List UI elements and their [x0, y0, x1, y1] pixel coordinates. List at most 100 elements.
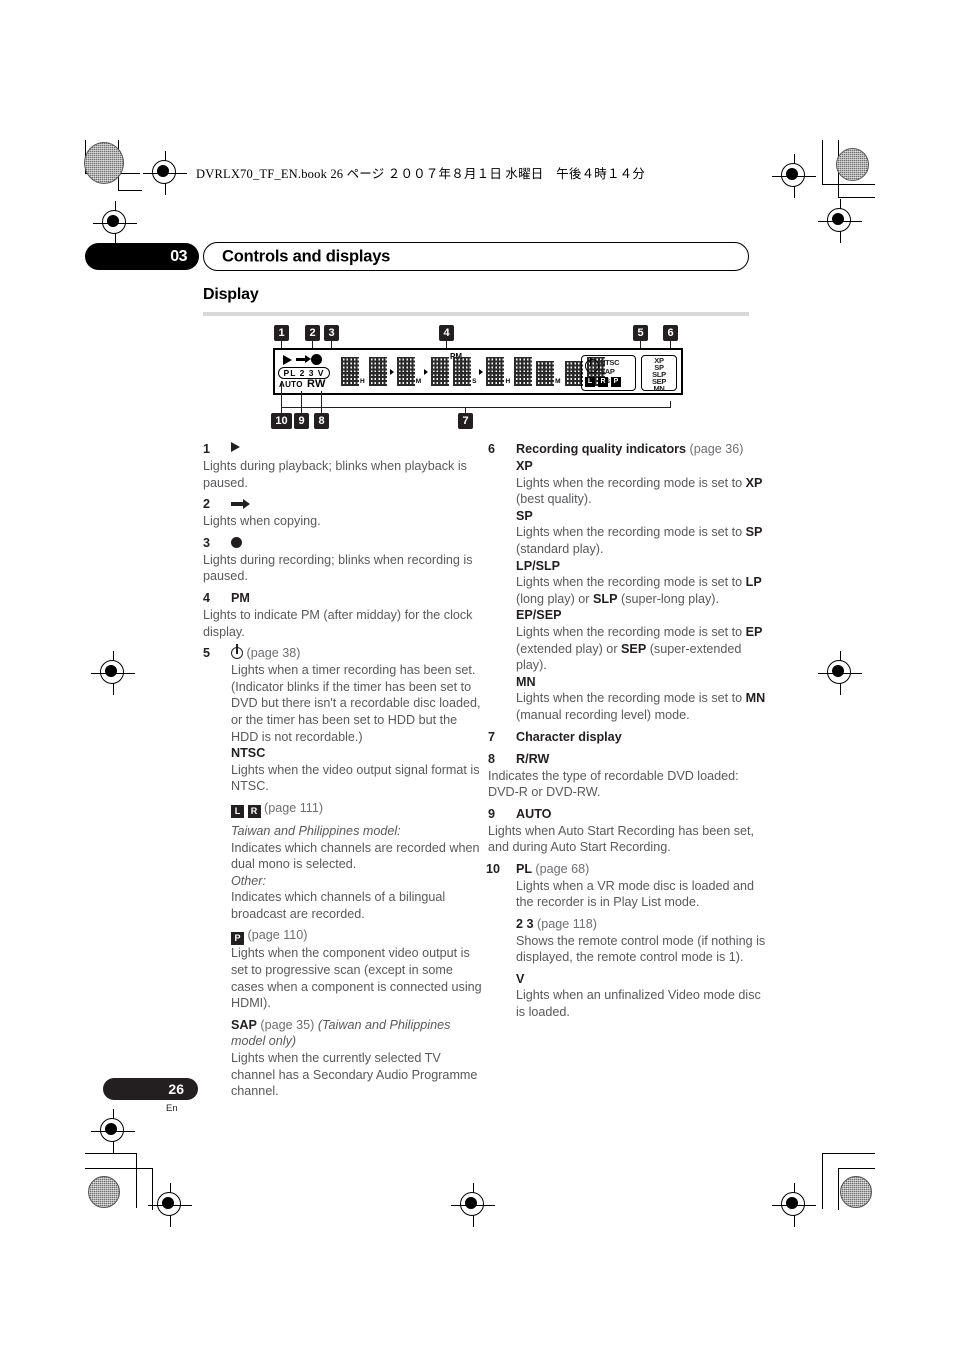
- language-label: En: [166, 1103, 178, 1114]
- mode-sp-body: Lights when the recording mode is set to…: [516, 525, 763, 556]
- dot-matrix-char: [564, 361, 583, 386]
- digit-subscript-h2: H: [505, 378, 511, 385]
- character-display-brace: [281, 401, 671, 408]
- lr-icon-line: L R (page 111): [203, 800, 486, 818]
- recording-quality-group: XP SP SLP SEP MN: [641, 355, 677, 392]
- entry-5-page-ref: (page 38): [246, 646, 301, 661]
- entry-8-title: R/RW: [516, 751, 550, 766]
- entry-8-body: Indicates the type of recordable DVD loa…: [488, 768, 739, 800]
- entry-10-number: 10: [486, 861, 501, 876]
- halftone-dot: [84, 142, 124, 184]
- channel-l-icon: L: [231, 804, 244, 818]
- registration-mark: [148, 1183, 192, 1227]
- callout-8: 8: [314, 413, 329, 429]
- crop-line: [822, 140, 823, 185]
- front-panel-display: PL 2 3 V AUTO RW PM H M S H M S: [273, 348, 683, 395]
- entry-1-body: Lights during playback; blinks when play…: [203, 459, 467, 490]
- entry-3-number: 3: [203, 535, 211, 550]
- entry-6-title: Recording quality indicators: [516, 442, 687, 456]
- ntsc-body: Lights when the video output signal form…: [231, 762, 480, 794]
- callout-4: 4: [439, 325, 454, 341]
- registration-mark: [818, 199, 862, 243]
- clock-icon: [585, 356, 599, 373]
- callout-9: 9: [294, 413, 309, 429]
- registration-mark: [91, 1109, 135, 1153]
- registration-mark: [451, 1183, 495, 1227]
- channel-box-p: P: [611, 377, 621, 387]
- progressive-page-ref: (page 110): [247, 928, 308, 943]
- remote-mode-heading: 2 3 (page 118): [488, 916, 771, 933]
- callout-10: 10: [271, 413, 292, 429]
- entry-8-heading: 8 R/RW: [488, 751, 771, 768]
- dot-matrix-char: [453, 357, 472, 386]
- crop-line: [822, 184, 875, 185]
- halftone-dot: [840, 1176, 872, 1208]
- crop-line: [118, 190, 142, 191]
- page-title: Controls and displays: [222, 247, 391, 265]
- remote-mode-page-ref: (page 118): [537, 917, 597, 932]
- dot-matrix-char: [396, 357, 415, 386]
- entry-6-number: 6: [488, 442, 496, 456]
- progressive-body: Lights when the component video output i…: [231, 946, 482, 1011]
- display-diagram: 1 2 3 4 5 6 PL 2 3 V AUTO RW PM H M S: [203, 325, 749, 430]
- entry-7: 7 Character display: [488, 729, 771, 746]
- registration-mark: [143, 151, 187, 195]
- v-indicator-body: Lights when an unfinalized Video mode di…: [516, 988, 761, 1020]
- entry-10: 10 PL (page 68) Lights when a VR mode di…: [486, 861, 771, 1021]
- left-text-column: 1 Lights during playback; blinks when pl…: [203, 441, 486, 1100]
- crop-line: [822, 1153, 823, 1209]
- entry-6-heading: 6 Recording quality indicators (page 36): [488, 441, 771, 458]
- character-display-digits: H M S H M S: [341, 357, 610, 386]
- crop-line: [838, 1168, 875, 1169]
- clock-icon: [231, 644, 243, 660]
- registration-mark: [91, 651, 135, 695]
- callout-3: 3: [324, 325, 339, 341]
- dot-matrix-char: [486, 357, 505, 386]
- entry-8: 8 R/RW Indicates the type of recordable …: [488, 751, 771, 801]
- page-number-tag: 26: [103, 1078, 198, 1100]
- page-number: 26: [168, 1081, 184, 1097]
- taiwan-model-body: Indicates which channels are recorded wh…: [231, 840, 480, 872]
- play-triangle-icon: [231, 442, 240, 452]
- callout-5: 5: [633, 325, 648, 341]
- sap-label: SAP: [231, 1017, 257, 1032]
- channel-r-icon: R: [247, 804, 261, 818]
- mode-epsep-heading: EP/SEP: [516, 608, 562, 623]
- status-indicator-group: NTSC SAP L R P: [581, 355, 636, 391]
- dot-matrix-char: [514, 357, 533, 386]
- entry-5-body: Lights when a timer recording has been s…: [231, 663, 481, 744]
- mode-lpslp-body: Lights when the recording mode is set to…: [516, 575, 762, 606]
- entry-4-number: 4: [203, 590, 211, 605]
- registration-mark: [772, 154, 816, 198]
- digit-subscript-m: M: [415, 378, 422, 385]
- mode-sp-heading: SP: [516, 508, 533, 523]
- entry-9-body: Lights when Auto Start Recording has bee…: [488, 823, 755, 855]
- entry-5-heading: 5 (page 38): [203, 644, 486, 662]
- entry-6: 6 Recording quality indicators (page 36)…: [488, 441, 771, 724]
- section-rule: [203, 312, 749, 316]
- callout-7: 7: [458, 413, 473, 429]
- digit-subscript-m2: M: [555, 378, 561, 385]
- entry-4-label: PM: [231, 590, 250, 605]
- record-dot-icon: [231, 536, 242, 548]
- play-triangle-icon: [283, 355, 292, 365]
- callout-2: 2: [305, 325, 320, 341]
- ntsc-heading: NTSC: [231, 746, 266, 761]
- registration-mark: [818, 651, 862, 695]
- digit-subscript-s: S: [472, 378, 477, 385]
- separator-triangle-icon: [424, 368, 429, 375]
- sap-indicator: SAP: [600, 367, 615, 376]
- entry-7-number: 7: [488, 729, 496, 744]
- other-model-body: Indicates which channels of a bilingual …: [231, 890, 446, 921]
- crop-line: [822, 1153, 875, 1154]
- entry-10-page-ref: (page 68): [535, 861, 590, 876]
- sap-body: Lights when the currently selected TV ch…: [231, 1051, 478, 1099]
- dot-matrix-char: [341, 357, 359, 386]
- record-dot-icon: [311, 354, 322, 365]
- other-model-label: Other:: [231, 873, 266, 888]
- copy-arrow-icon: [296, 355, 311, 363]
- entry-3: 3 Lights during recording; blinks when r…: [203, 535, 486, 585]
- callout-1: 1: [274, 325, 289, 341]
- mode-xp-heading: XP: [516, 459, 533, 473]
- entry-4: 4 PM Lights to indicate PM (after midday…: [203, 590, 486, 640]
